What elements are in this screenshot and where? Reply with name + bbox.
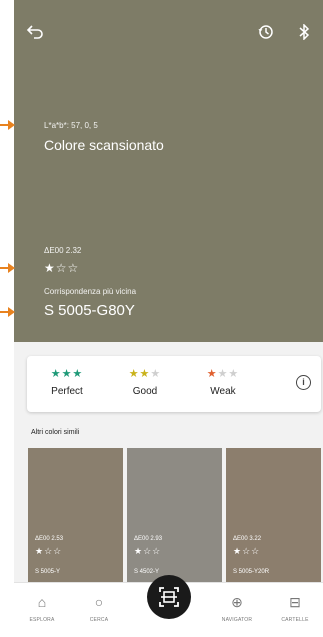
similar-swatch[interactable]: ΔE00 2.53 ★☆☆ S 5005-Y bbox=[28, 448, 123, 582]
swatch-stars: ★☆☆ bbox=[233, 546, 261, 556]
swatch-delta: ΔE00 3.22 bbox=[233, 536, 262, 542]
scan-button[interactable] bbox=[147, 575, 191, 619]
legend-weak-label: Weak bbox=[210, 386, 236, 397]
swatch-stars: ★☆☆ bbox=[35, 546, 63, 556]
back-arrow-icon[interactable] bbox=[26, 24, 44, 44]
delta-e-value: ΔE00 2.32 bbox=[44, 246, 82, 255]
lab-values: L*a*b*: 57, 0, 5 bbox=[44, 121, 98, 130]
scanned-color-panel: L*a*b*: 57, 0, 5 Colore scansionato ΔE00… bbox=[14, 0, 323, 342]
rating-legend-card: ★★★ Perfect ★★★ Good ★★★ Weak i bbox=[27, 356, 321, 412]
similar-colors-title: Altri colori simili bbox=[31, 429, 80, 436]
legend-good-label: Good bbox=[132, 386, 158, 397]
nav-item-esplora[interactable]: ⌂ ESPLORA bbox=[17, 593, 67, 623]
nav-label-cerca: CERCA bbox=[89, 617, 109, 623]
info-icon[interactable]: i bbox=[296, 375, 311, 390]
legend-weak-stars: ★★★ bbox=[206, 368, 240, 380]
scanned-color-title: Colore scansionato bbox=[44, 137, 164, 153]
legend-perfect: ★★★ Perfect bbox=[37, 367, 97, 397]
swatch-delta: ΔE00 2.53 bbox=[35, 536, 64, 542]
nav-label-cartelle: CARTELLE bbox=[281, 617, 309, 623]
navigator-icon: ⊕ bbox=[231, 594, 243, 610]
folder-icon: ⊟ bbox=[289, 594, 301, 610]
nav-item-cerca[interactable]: ○ CERCA bbox=[74, 593, 124, 623]
annotation-arrow-lab bbox=[0, 120, 15, 130]
swatch-code: S 5005-Y20R bbox=[233, 569, 270, 575]
similar-swatch[interactable]: ΔE00 2.93 ★☆☆ S 4502-Y bbox=[127, 448, 222, 582]
similar-swatch[interactable]: ΔE00 3.22 ★☆☆ S 5005-Y20R bbox=[226, 448, 321, 582]
legend-perfect-label: Perfect bbox=[51, 386, 83, 397]
legend-good: ★★★ Good bbox=[115, 367, 175, 397]
swatch-code: S 5005-Y bbox=[35, 569, 61, 575]
swatch-delta: ΔE00 2.93 bbox=[134, 536, 163, 542]
history-icon[interactable] bbox=[258, 24, 274, 44]
closest-match-label: Corrispondenza più vicina bbox=[44, 287, 137, 296]
closest-match-code[interactable]: S 5005-G80Y bbox=[44, 302, 135, 319]
home-icon: ⌂ bbox=[37, 594, 47, 610]
phone-screen: L*a*b*: 57, 0, 5 Colore scansionato ΔE00… bbox=[14, 0, 323, 637]
scan-icon bbox=[159, 587, 179, 607]
legend-perfect-stars: ★★★ bbox=[50, 368, 84, 380]
legend-good-stars: ★★★ bbox=[128, 368, 162, 380]
swatch-stars: ★☆☆ bbox=[134, 546, 162, 556]
legend-weak: ★★★ Weak bbox=[193, 367, 253, 397]
nav-item-cartelle[interactable]: ⊟ CARTELLE bbox=[270, 593, 320, 623]
nav-label-esplora: ESPLORA bbox=[29, 617, 55, 623]
bluetooth-icon[interactable] bbox=[298, 23, 310, 44]
annotation-arrow-delta bbox=[0, 263, 15, 273]
annotation-arrow-closest bbox=[0, 307, 15, 317]
nav-item-navigator[interactable]: ⊕ NAVIGATOR bbox=[212, 593, 262, 623]
search-icon: ○ bbox=[94, 594, 104, 610]
match-rating-stars: ★☆☆ bbox=[44, 261, 80, 275]
nav-label-navigator: NAVIGATOR bbox=[221, 617, 253, 623]
